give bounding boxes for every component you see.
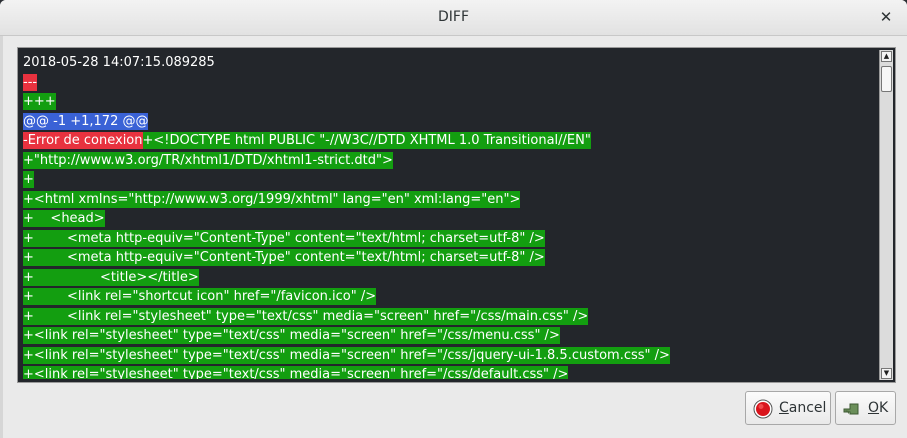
stop-icon bbox=[753, 399, 773, 419]
window-edge bbox=[0, 35, 3, 438]
scroll-up-arrow-icon[interactable]: ▲ bbox=[881, 51, 892, 62]
ok-button[interactable]: OK bbox=[835, 391, 896, 425]
diff-line: + bbox=[23, 170, 878, 190]
diff-segment-add: +<link rel="stylesheet" type="text/css" … bbox=[23, 327, 560, 344]
diff-segment-add: +<link rel="stylesheet" type="text/css" … bbox=[23, 366, 569, 379]
diff-line: +<link rel="stylesheet" type="text/css" … bbox=[23, 326, 878, 346]
diff-dialog: DIFF ✕ 2018-05-28 14:07:15.089285 --- +++ @… bbox=[0, 0, 907, 438]
diff-segment-add: + <link rel="shortcut icon" href="/favic… bbox=[23, 288, 377, 305]
diff-segment-add: +<html xmlns="http://www.w3.org/1999/xht… bbox=[23, 190, 521, 208]
diff-segment-del: -Error de conexion bbox=[23, 132, 143, 149]
diff-line: + <link rel="shortcut icon" href="/favic… bbox=[23, 287, 878, 307]
diff-segment-add: +<link rel="stylesheet" type="text/css" … bbox=[23, 346, 670, 364]
diff-segment-add: +++ bbox=[23, 93, 56, 110]
diff-segment-add: +"http://www.w3.org/TR/xhtml1/DTD/xhtml1… bbox=[23, 151, 393, 169]
diff-segment-plain: 2018-05-28 14:07:15.089285 bbox=[23, 55, 215, 70]
diff-line: -Error de conexion+<!DOCTYPE html PUBLIC… bbox=[23, 131, 878, 151]
window-title: DIFF bbox=[437, 9, 469, 25]
diff-line: + <head> bbox=[23, 209, 878, 229]
close-icon[interactable]: ✕ bbox=[877, 8, 895, 26]
diff-content[interactable]: 2018-05-28 14:07:15.089285 --- +++ @@ -1 +1… bbox=[23, 53, 878, 379]
ok-label: OK bbox=[868, 400, 889, 416]
diff-text-view[interactable]: 2018-05-28 14:07:15.089285 --- +++ @@ -1 +1… bbox=[17, 47, 896, 383]
diff-line: +"http://www.w3.org/TR/xhtml1/DTD/xhtml1… bbox=[23, 151, 878, 171]
diff-line: @@ -1 +1,172 @@ bbox=[23, 112, 878, 132]
diff-segment-add: + <head> bbox=[23, 210, 105, 227]
diff-line: + <meta http-equiv="Content-Type" conten… bbox=[23, 248, 878, 268]
diff-line: 2018-05-28 14:07:15.089285 bbox=[23, 53, 878, 73]
diff-segment-del: --- bbox=[23, 73, 38, 91]
diff-segment-add: + <link rel="stylesheet" type="text/css"… bbox=[23, 307, 589, 325]
check-arrow-icon bbox=[843, 403, 859, 415]
diff-line: --- bbox=[23, 73, 878, 93]
diff-segment-add: + <meta http-equiv="Content-Type" conten… bbox=[23, 249, 545, 266]
diff-line: +<link rel="stylesheet" type="text/css" … bbox=[23, 365, 878, 379]
diff-segment-add: + <meta http-equiv="Content-Type" conten… bbox=[23, 229, 545, 247]
diff-line: +<html xmlns="http://www.w3.org/1999/xht… bbox=[23, 190, 878, 210]
diff-line: + <link rel="stylesheet" type="text/css"… bbox=[23, 307, 878, 327]
diff-segment-add: + bbox=[23, 171, 34, 188]
diff-line: +<link rel="stylesheet" type="text/css" … bbox=[23, 346, 878, 366]
diff-line: + <title></title> bbox=[23, 268, 878, 288]
scroll-down-arrow-icon[interactable]: ▼ bbox=[881, 368, 892, 379]
scrollbar-thumb[interactable] bbox=[881, 66, 892, 92]
title-bar[interactable]: DIFF ✕ bbox=[0, 0, 907, 36]
diff-segment-add: + <title></title> bbox=[23, 268, 199, 286]
diff-line: + <meta http-equiv="Content-Type" conten… bbox=[23, 229, 878, 249]
vertical-scrollbar[interactable]: ▲ ▼ bbox=[879, 50, 893, 380]
diff-line: +++ bbox=[23, 92, 878, 112]
cancel-label: Cancel bbox=[779, 400, 827, 416]
diff-segment-hunk: @@ -1 +1,172 @@ bbox=[23, 112, 149, 130]
diff-segment-add: +<!DOCTYPE html PUBLIC "-//W3C//DTD XHTM… bbox=[142, 132, 591, 149]
cancel-button[interactable]: Cancel bbox=[745, 391, 831, 425]
